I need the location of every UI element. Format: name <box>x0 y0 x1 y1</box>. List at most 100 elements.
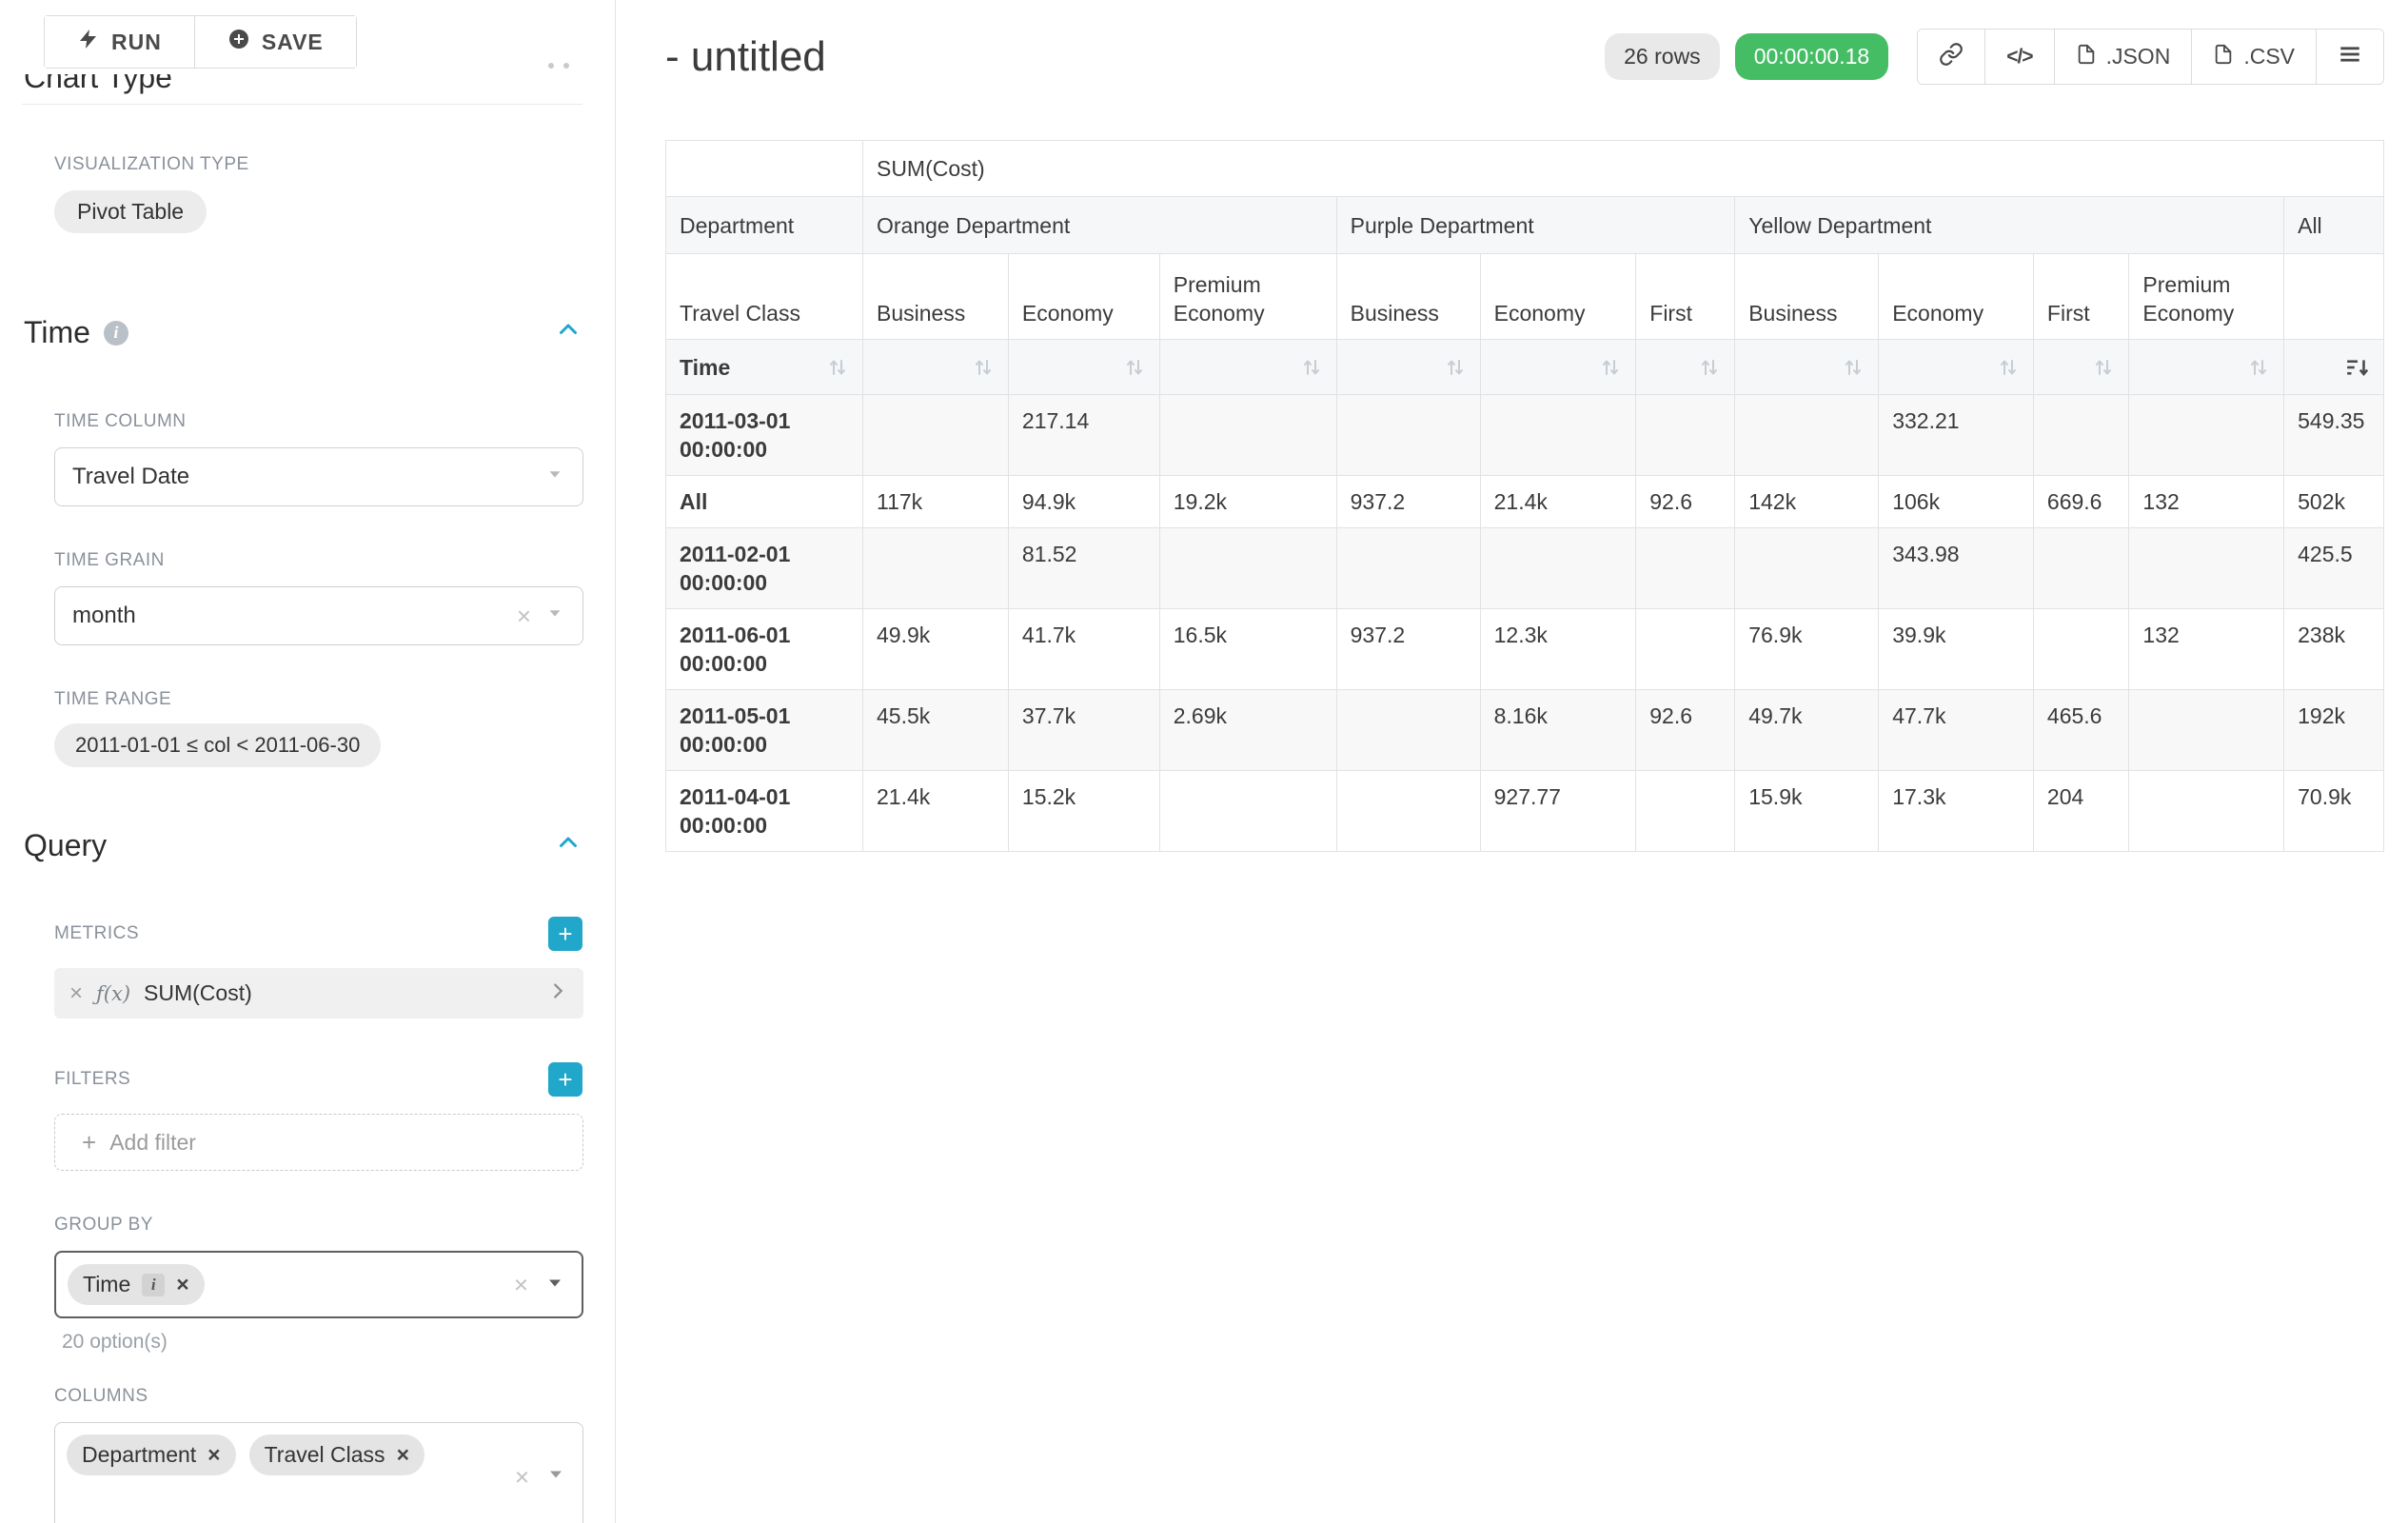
pivot-value-cell <box>2033 609 2129 690</box>
save-button[interactable]: SAVE <box>194 16 356 68</box>
pivot-value-cell: 937.2 <box>1336 476 1480 528</box>
pivot-row-header: 2011-06-01 00:00:00 <box>666 609 863 690</box>
time-grain-select[interactable]: month × <box>54 586 583 645</box>
export-csv-button[interactable]: .CSV <box>2191 30 2316 84</box>
sort-toggle-icon[interactable] <box>1444 356 1467 379</box>
chart-type-heading: Chart Type <box>24 74 615 93</box>
pivot-value-cell: 106k <box>1879 476 2034 528</box>
sort-toggle-icon[interactable] <box>2092 356 2115 379</box>
sort-toggle-icon[interactable] <box>1698 356 1721 379</box>
remove-value-icon[interactable]: × <box>397 1442 409 1468</box>
pivot-sort-header[interactable] <box>862 340 1008 395</box>
pivot-value-cell: 117k <box>862 476 1008 528</box>
pivot-data-row: 2011-06-01 00:00:0049.9k41.7k16.5k937.21… <box>666 609 2384 690</box>
pivot-sort-header[interactable] <box>1735 340 1879 395</box>
caret-down-icon[interactable] <box>543 1271 566 1298</box>
group-by-select[interactable]: Timei× × <box>54 1251 583 1318</box>
pivot-data-row: All117k94.9k19.2k937.221.4k92.6142k106k6… <box>666 476 2384 528</box>
time-grain-value: month <box>72 603 136 629</box>
pivot-value-cell: 19.2k <box>1159 476 1336 528</box>
time-section-header[interactable]: Time i <box>24 315 582 350</box>
pivot-sort-header[interactable] <box>1159 340 1336 395</box>
chart-title[interactable]: - untitled <box>665 33 826 81</box>
pivot-value-cell: 465.6 <box>2033 690 2129 771</box>
pivot-sort-header[interactable] <box>2284 340 2384 395</box>
share-link-button[interactable] <box>1918 30 1984 84</box>
query-section-header[interactable]: Query <box>24 828 582 863</box>
visualization-type-pill[interactable]: Pivot Table <box>54 190 207 233</box>
pivot-sort-header[interactable] <box>1480 340 1636 395</box>
pivot-sort-header[interactable] <box>1879 340 2034 395</box>
sort-toggle-icon[interactable] <box>972 356 995 379</box>
chevron-up-icon[interactable] <box>554 316 582 349</box>
pivot-value-cell <box>2033 395 2129 476</box>
sort-toggle-icon[interactable] <box>1123 356 1146 379</box>
clear-icon[interactable]: × <box>517 603 531 628</box>
pivot-value-cell: 343.98 <box>1879 528 2034 609</box>
time-column-value: Travel Date <box>72 464 189 490</box>
pivot-sort-header[interactable] <box>1008 340 1159 395</box>
time-column-label: TIME COLUMN <box>54 411 582 432</box>
pivot-col-dimension-label: Department <box>666 197 863 254</box>
sort-toggle-icon[interactable] <box>1599 356 1622 379</box>
time-column-select[interactable]: Travel Date <box>54 447 583 506</box>
add-metric-button[interactable]: + <box>548 917 582 951</box>
pivot-value-cell: 15.2k <box>1008 771 1159 852</box>
chevron-right-icon[interactable] <box>547 980 568 1006</box>
pivot-value-cell: 49.7k <box>1735 690 1879 771</box>
run-button[interactable]: RUN <box>45 16 194 68</box>
view-query-button[interactable]: </> <box>1984 30 2053 84</box>
pivot-value-cell: 8.16k <box>1480 690 1636 771</box>
chevron-up-icon[interactable] <box>554 829 582 862</box>
value-chip[interactable]: Travel Class × <box>249 1434 424 1475</box>
pivot-class-header: Business <box>1735 254 1879 340</box>
pivot-sort-header[interactable] <box>1336 340 1480 395</box>
pivot-value-cell <box>1636 609 1735 690</box>
sort-toggle-icon[interactable] <box>1300 356 1323 379</box>
time-range-pill[interactable]: 2011-01-01 ≤ col < 2011-06-30 <box>54 723 381 767</box>
pivot-sort-header[interactable] <box>2033 340 2129 395</box>
value-chip[interactable]: Department× <box>67 1434 236 1475</box>
sort-toggle-icon[interactable] <box>826 356 849 379</box>
pivot-metric-header: SUM(Cost) <box>862 141 2383 197</box>
caret-down-icon <box>544 464 565 491</box>
remove-metric-icon[interactable]: × <box>69 980 83 1007</box>
columns-select[interactable]: Department× Travel Class × × <box>54 1422 583 1523</box>
pivot-value-cell: 217.14 <box>1008 395 1159 476</box>
resize-handle-dots[interactable] <box>548 63 569 69</box>
remove-value-icon[interactable]: × <box>207 1442 220 1468</box>
clear-icon[interactable]: × <box>514 1273 528 1297</box>
pivot-table-container: SUM(Cost)DepartmentOrange DepartmentPurp… <box>665 140 2384 852</box>
pivot-value-cell: 142k <box>1735 476 1879 528</box>
pivot-value-cell <box>1336 395 1480 476</box>
more-options-button[interactable] <box>2316 30 2383 84</box>
sort-toggle-icon[interactable] <box>1842 356 1865 379</box>
clear-icon[interactable]: × <box>515 1464 529 1489</box>
pivot-sort-header[interactable] <box>2129 340 2284 395</box>
remove-value-icon[interactable]: × <box>176 1272 188 1297</box>
columns-chip-area: Department× Travel Class × <box>67 1434 497 1475</box>
columns-label: COLUMNS <box>54 1386 582 1407</box>
add-filter-box[interactable]: + Add filter <box>54 1114 583 1171</box>
caret-down-icon[interactable] <box>544 1463 567 1491</box>
value-chip[interactable]: Timei× <box>68 1264 205 1305</box>
sort-desc-active-icon[interactable] <box>2345 355 2370 380</box>
pivot-row-header: 2011-03-01 00:00:00 <box>666 395 863 476</box>
pivot-sort-header[interactable] <box>1636 340 1735 395</box>
pivot-class-header: Economy <box>1008 254 1159 340</box>
sort-toggle-icon[interactable] <box>1997 356 2020 379</box>
pivot-row-header: 2011-05-01 00:00:00 <box>666 690 863 771</box>
pivot-class-header: First <box>1636 254 1735 340</box>
export-json-button[interactable]: .JSON <box>2054 30 2192 84</box>
group-by-options-hint: 20 option(s) <box>62 1331 582 1354</box>
add-filter-plus-button[interactable]: + <box>548 1062 582 1097</box>
pivot-data-row: 2011-03-01 00:00:00217.14332.21549.35 <box>666 395 2384 476</box>
pivot-row-dimension-header[interactable]: Time <box>666 340 863 395</box>
pivot-value-cell <box>1159 528 1336 609</box>
run-label: RUN <box>111 30 162 55</box>
pivot-class-header: Premium Economy <box>1159 254 1336 340</box>
group-by-chip-area: Timei× <box>68 1264 496 1305</box>
metric-chip[interactable]: × ƒ(x) SUM(Cost) <box>54 968 583 1019</box>
chip-label: Travel Class <box>265 1442 385 1468</box>
sort-toggle-icon[interactable] <box>2247 356 2270 379</box>
